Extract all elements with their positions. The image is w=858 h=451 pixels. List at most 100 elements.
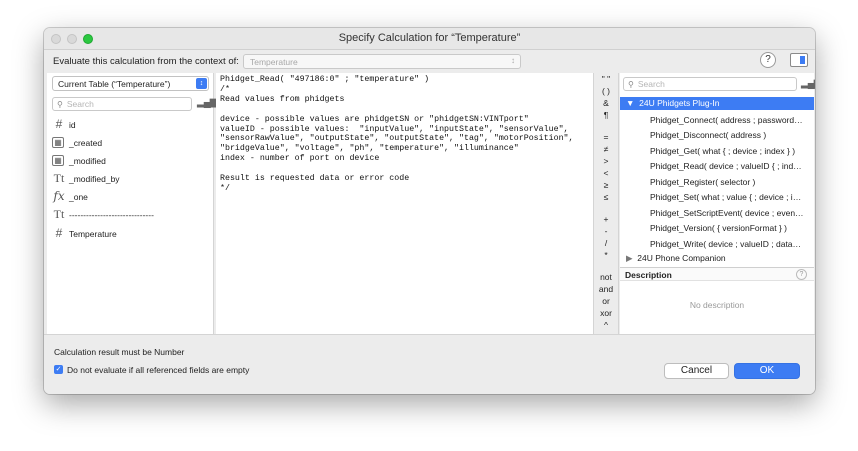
description-empty-text: No description [689,300,745,310]
sort-bars-icon[interactable]: ▂▄▆ [197,97,217,108]
field-name: _one [69,192,88,202]
number-icon: # [55,117,63,131]
operator-xor[interactable]: xor [594,308,618,318]
operator-minus[interactable]: - [594,226,618,236]
help-icon[interactable]: ? [796,269,807,280]
field-item-separator[interactable]: Tt ------------------------------ [52,206,212,224]
description-title: Description [625,270,672,280]
operator-ampersand[interactable]: & [594,98,618,108]
fields-search-placeholder: Search [66,99,94,109]
table-select[interactable]: Current Table (“Temperature”) ↕ [52,76,209,91]
context-select-value: Temperature [250,57,298,67]
function-item[interactable]: Phidget_SetScriptEvent( device ; even… [650,208,814,218]
code-line: "bridgeValue", "voltage", "ph", "tempera… [220,144,519,154]
field-item-modified-by[interactable]: Tt _modified_by [52,170,212,188]
calendar-icon: ▦ [52,155,64,166]
field-item-one[interactable]: fx _one [52,188,212,206]
updown-arrows-icon: ↕ [511,56,515,65]
code-line: ​ [220,164,574,174]
dont-evaluate-label[interactable]: Do not evaluate if all referenced fields… [67,365,249,375]
code-line: /* [220,84,230,94]
fields-search-input[interactable]: ⚲ Search [52,97,192,111]
operator-not[interactable]: not [594,272,618,282]
operator-divide[interactable]: / [594,238,618,248]
code-line: device - possible values are phidgetSN o… [220,114,529,124]
function-item[interactable]: Phidget_Set( what ; value { ; device ; i… [650,192,814,202]
operator-or[interactable]: or [594,296,618,306]
functions-search-placeholder: Search [637,79,665,89]
function-item[interactable]: Phidget_Read( device ; valueID { ; ind… [650,161,814,171]
ok-button[interactable]: OK [734,363,800,379]
field-name: ------------------------------ [69,210,154,220]
dialog-footer: Calculation result must be Number ✓ Do n… [44,334,815,394]
field-name: id [69,120,76,130]
function-icon: fx [53,189,65,203]
category-label: 24U Phone Companion [637,253,726,263]
field-item-id[interactable]: # id [52,116,212,134]
field-item-created[interactable]: ▦ _created [52,134,212,152]
operator-parens[interactable]: ( ) [594,86,618,96]
code-line: ​ [220,105,574,115]
number-icon: # [55,226,63,240]
context-label: Evaluate this calculation from the conte… [53,56,239,67]
search-icon: ⚲ [628,80,634,89]
field-name: _modified_by [69,174,120,184]
code-line: "sensorRawValue", "outputState", "output… [220,134,574,144]
operator-greater-equal[interactable]: ≥ [594,180,618,190]
function-category-expanded[interactable]: ▼ 24U Phidgets Plug-In [620,97,814,110]
context-select[interactable]: Temperature ↕ [243,54,521,69]
field-name: _modified [69,156,106,166]
code-line: valueID - possible values: "inputValue",… [220,124,569,134]
sidebar-icon [800,56,805,64]
function-item[interactable]: Phidget_Write( device ; valueID ; data… [650,239,814,249]
sort-bars-icon[interactable]: ▂▄▆ [801,78,815,89]
operator-less[interactable]: < [594,168,618,178]
function-item[interactable]: Phidget_Version( { versionFormat } ) [650,223,814,233]
function-category-collapsed[interactable]: ▶ 24U Phone Companion [626,253,726,264]
checkmark-icon: ✓ [55,366,62,373]
disclosure-right-icon: ▶ [626,253,633,263]
code-line: Result is requested data or error code [220,174,410,184]
code-line: Read values from phidgets [220,94,345,104]
function-item[interactable]: Phidget_Connect( address ; password… [650,115,814,125]
code-line: Phidget_Read( "497186:0" ; "temperature"… [220,75,430,84]
operator-power[interactable]: ^ [594,320,618,330]
calendar-icon: ▦ [52,137,64,148]
chevron-updown-icon: ↕ [196,78,207,89]
field-item-modified[interactable]: ▦ _modified [52,152,212,170]
title-bar: Specify Calculation for “Temperature” [44,28,815,50]
toggle-pane-button[interactable] [790,53,808,67]
field-name: _created [69,138,103,148]
operator-plus[interactable]: + [594,214,618,224]
operator-quotes[interactable]: " " [594,74,618,84]
operator-less-equal[interactable]: ≤ [594,192,618,202]
function-item[interactable]: Phidget_Get( what { ; device ; index } ) [650,146,814,156]
search-icon: ⚲ [57,100,63,109]
operators-column: " " ( ) & ¶ = ≠ > < ≥ ≤ + - / * not and … [593,73,619,334]
code-line: index - number of port on device [220,154,380,164]
operator-equal[interactable]: = [594,132,618,142]
operator-and[interactable]: and [594,284,618,294]
description-header: Description ? [620,267,814,281]
cancel-button[interactable]: Cancel [664,363,729,379]
table-select-value: Current Table (“Temperature”) [58,79,171,89]
function-item[interactable]: Phidget_Register( selector ) [650,177,814,187]
calculation-code: Phidget_Read( "497186:0" ; "temperature"… [220,75,574,194]
help-button[interactable]: ? [760,52,776,68]
category-label: 24U Phidgets Plug-In [639,98,720,108]
disclosure-down-icon: ▼ [626,98,635,108]
fields-panel: Current Table (“Temperature”) ↕ ⚲ Search … [47,73,217,334]
function-item[interactable]: Phidget_Disconnect( address ) [650,130,814,140]
calculation-editor[interactable]: Phidget_Read( "497186:0" ; "temperature"… [216,73,593,334]
dont-evaluate-checkbox[interactable]: ✓ [54,365,63,374]
field-name: Temperature [69,229,117,239]
operator-pilcrow[interactable]: ¶ [594,110,618,120]
field-item-temperature[interactable]: # Temperature [52,225,212,243]
result-type-text: Calculation result must be Number [54,347,185,357]
operator-greater[interactable]: > [594,156,618,166]
functions-search-input[interactable]: ⚲ Search [623,77,797,91]
operator-multiply[interactable]: * [594,250,618,260]
text-icon: Tt [53,171,65,185]
functions-panel: ⚲Search ▂▄▆ ▼ 24U Phidgets Plug-In Phidg… [620,73,815,334]
operator-not-equal[interactable]: ≠ [594,144,618,154]
